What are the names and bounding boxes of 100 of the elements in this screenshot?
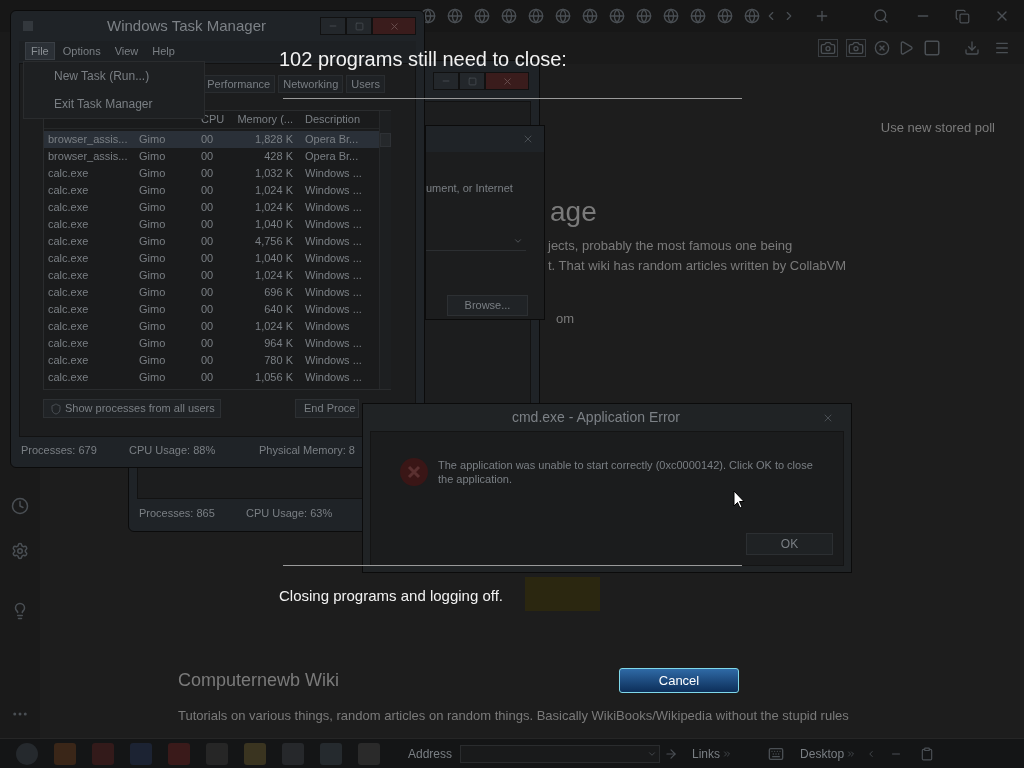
globe-icon[interactable]: [528, 8, 544, 24]
menu-entry[interactable]: Exit Task Manager: [54, 95, 204, 113]
menu-item[interactable]: File: [25, 42, 55, 60]
menu-icon[interactable]: [994, 40, 1010, 56]
globe-icon[interactable]: [555, 8, 571, 24]
globe-icon[interactable]: [474, 8, 490, 24]
cpu-value: 00: [201, 371, 214, 384]
page-heading: age: [550, 196, 597, 227]
column-header[interactable]: Description: [305, 113, 361, 126]
process-row[interactable]: browser_assis... Gimo 00 1,828 K Opera Br...: [44, 131, 379, 148]
paragraph-line: t. That wiki has random articles written by CollabVM: [548, 257, 847, 275]
globe-icon[interactable]: [501, 8, 517, 24]
camera-icon[interactable]: [818, 39, 838, 57]
process-row[interactable]: calc.exe Gimo 00 1,056 K Windows ...: [44, 369, 379, 386]
process-row[interactable]: calc.exe Gimo 00 780 K Windows ...: [44, 352, 379, 369]
tab[interactable]: Users: [346, 75, 385, 93]
settings-icon[interactable]: [11, 542, 29, 560]
tab[interactable]: Performance: [202, 75, 276, 93]
close-button[interactable]: [485, 72, 529, 90]
process-row[interactable]: calc.exe Gimo 00 1,024 K Windows: [44, 318, 379, 335]
circle-x-icon[interactable]: [874, 40, 890, 56]
menu-item[interactable]: View: [108, 42, 145, 60]
minimize-button[interactable]: [433, 72, 459, 90]
process-row[interactable]: calc.exe Gimo 00 1,040 K Windows ...: [44, 250, 379, 267]
process-row[interactable]: calc.exe Gimo 00 696 K Windows ...: [44, 284, 379, 301]
scrollbar[interactable]: [379, 111, 391, 389]
menu-entry[interactable]: New Task (Run...): [54, 67, 204, 85]
closing-count-heading: 102 programs still need to close:: [279, 47, 567, 72]
description-text: Windows ...: [305, 337, 362, 350]
chevrons-icon[interactable]: [722, 748, 733, 759]
play-icon[interactable]: [898, 40, 914, 56]
links-label[interactable]: Links: [692, 744, 721, 763]
restore-icon[interactable]: [955, 8, 970, 24]
description-text: Windows ...: [305, 269, 362, 282]
close-icon[interactable]: [522, 133, 534, 145]
process-row[interactable]: calc.exe Gimo 00 1,024 K Windows ...: [44, 182, 379, 199]
globe-icon[interactable]: [582, 8, 598, 24]
process-row[interactable]: calc.exe Gimo 00 964 K Windows ...: [44, 335, 379, 352]
user-name: Gimo: [139, 167, 166, 180]
end-process-button[interactable]: End Proce: [295, 399, 359, 418]
maximize-button[interactable]: [346, 17, 372, 35]
ok-button[interactable]: OK: [746, 533, 833, 555]
memory-value: 1,032 K: [255, 167, 293, 180]
process-row[interactable]: calc.exe Gimo 00 1,032 K Windows ...: [44, 165, 379, 182]
globe-icon[interactable]: [420, 8, 436, 24]
app-icon[interactable]: [320, 742, 342, 765]
scroll-thumb[interactable]: [380, 133, 391, 147]
maximize-button[interactable]: [459, 72, 485, 90]
clock-icon[interactable]: [11, 497, 29, 515]
process-name: calc.exe: [48, 303, 89, 316]
plus-icon[interactable]: [814, 8, 830, 24]
process-name: browser_assis...: [48, 150, 128, 163]
process-row[interactable]: calc.exe Gimo 00 640 K Windows ...: [44, 301, 379, 318]
browse-button[interactable]: Browse...: [447, 294, 528, 316]
user-name: Gimo: [139, 371, 166, 384]
globe-icon[interactable]: [447, 8, 463, 24]
cpu-value: 00: [201, 337, 214, 350]
menu-item[interactable]: Options: [56, 42, 107, 60]
process-row[interactable]: calc.exe Gimo 00 1,024 K Windows ...: [44, 199, 379, 216]
process-row[interactable]: calc.exe Gimo 00 1,024 K Windows ...: [44, 267, 379, 284]
download-icon[interactable]: [964, 40, 980, 56]
menu-item[interactable]: Help: [146, 42, 181, 60]
wiki-title: Computernewb Wiki: [178, 670, 340, 690]
process-row[interactable]: browser_assis... Gimo 00 428 K Opera Br...: [44, 148, 379, 165]
app-icon[interactable]: [54, 742, 76, 765]
description-text: Windows ...: [305, 184, 362, 197]
app-icon[interactable]: [92, 742, 114, 765]
dialog-title: cmd.exe - Application Error: [510, 408, 682, 427]
globe-icon[interactable]: [663, 8, 679, 24]
address-field[interactable]: [460, 744, 661, 763]
show-all-processes-button[interactable]: Show processes from all users: [43, 399, 221, 418]
close-button[interactable]: [372, 17, 416, 35]
user-name: Gimo: [139, 286, 166, 299]
search-icon[interactable]: [873, 8, 889, 24]
user-name: Gimo: [139, 337, 166, 350]
clipboard-icon[interactable]: [920, 746, 935, 761]
app-icon[interactable]: [244, 742, 266, 765]
square-icon[interactable]: [922, 39, 942, 57]
logoff-status: Closing programs and logging off.: [279, 587, 504, 605]
process-name: calc.exe: [48, 286, 89, 299]
app-icon[interactable]: [168, 742, 190, 765]
column-header[interactable]: Memory (...: [237, 113, 293, 126]
app-icon[interactable]: [130, 742, 152, 765]
cancel-button[interactable]: Cancel: [619, 668, 739, 693]
minimize-button[interactable]: [320, 17, 346, 35]
globe-icon[interactable]: [609, 8, 625, 24]
chevrons-icon[interactable]: [846, 748, 857, 759]
process-row[interactable]: calc.exe Gimo 00 4,756 K Windows ...: [44, 233, 379, 250]
process-row[interactable]: calc.exe Gimo 00 1,040 K Windows ...: [44, 216, 379, 233]
desktop-label[interactable]: Desktop: [800, 744, 845, 763]
globe-icon[interactable]: [636, 8, 652, 24]
camera-icon[interactable]: [846, 39, 866, 57]
memory-value: 428 K: [264, 150, 293, 163]
globe-icon[interactable]: [717, 8, 733, 24]
globe-icon[interactable]: [690, 8, 706, 24]
cpu-value: 00: [201, 235, 214, 248]
keyboard-icon[interactable]: [768, 745, 785, 762]
text-fragment: om: [556, 311, 575, 326]
tab[interactable]: Networking: [278, 75, 344, 93]
globe-icon[interactable]: [744, 8, 760, 24]
